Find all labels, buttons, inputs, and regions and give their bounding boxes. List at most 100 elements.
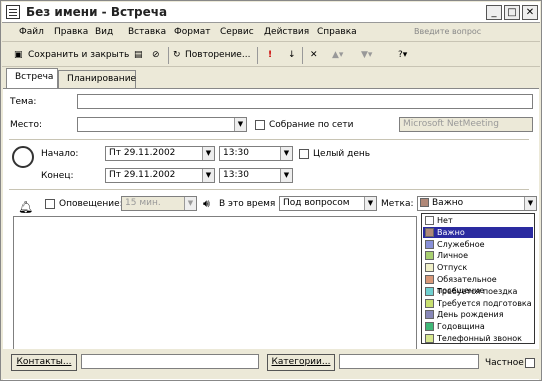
- end-time-value: 13:30: [223, 170, 249, 180]
- location-label: Место:: [10, 120, 43, 130]
- label-option-text: Личное: [437, 251, 468, 261]
- delete-icon[interactable]: ✕: [310, 47, 318, 63]
- label-value: Важно: [432, 198, 464, 208]
- label-option[interactable]: Отпуск: [423, 262, 533, 273]
- divider: [9, 189, 529, 190]
- color-swatch: [425, 216, 434, 225]
- low-importance-icon[interactable]: ↓: [288, 47, 296, 63]
- label-option[interactable]: Телефонный звонок: [423, 333, 533, 344]
- title-bar: Без имени - Встреча _ □ ✕: [2, 2, 540, 23]
- label-option[interactable]: Требуется подготовка: [423, 298, 533, 309]
- label-option-text: Требуется подготовка: [437, 298, 532, 308]
- label-option[interactable]: Личное: [423, 250, 533, 261]
- online-meeting-checkbox[interactable]: [255, 120, 265, 130]
- color-swatch: [425, 251, 434, 261]
- high-importance-icon[interactable]: !: [268, 47, 272, 63]
- chevron-down-icon[interactable]: ▼: [280, 169, 292, 182]
- notes-textarea[interactable]: [13, 216, 417, 351]
- chevron-down-icon[interactable]: ▼: [202, 147, 214, 160]
- color-swatch: [425, 322, 434, 332]
- menu-insert[interactable]: Вставка: [128, 27, 166, 37]
- menu-help[interactable]: Справка: [317, 27, 357, 37]
- end-time-picker[interactable]: 13:30 ▼: [219, 168, 293, 183]
- label-option-text: Важно: [437, 227, 465, 237]
- minimize-button[interactable]: _: [486, 5, 502, 20]
- maximize-button[interactable]: □: [504, 5, 520, 20]
- label-option[interactable]: Нет: [423, 215, 533, 226]
- start-label: Начало:: [41, 149, 79, 159]
- save-icon: ▣: [14, 50, 23, 60]
- print-icon[interactable]: ▤: [134, 47, 143, 63]
- show-as-select[interactable]: Под вопросом ▼: [279, 196, 377, 211]
- categories-input[interactable]: [339, 354, 479, 369]
- next-item-icon[interactable]: ▼▾: [361, 47, 372, 63]
- label-option-text: Отпуск: [437, 263, 468, 273]
- start-date-picker[interactable]: Пт 29.11.2002 ▼: [105, 146, 215, 161]
- menu-actions[interactable]: Действия: [264, 27, 309, 37]
- menu-edit[interactable]: Правка: [54, 27, 88, 37]
- label-option[interactable]: Обязательное посещение: [423, 274, 533, 295]
- bell-icon: 🔔︎: [18, 200, 34, 214]
- netmeeting-select[interactable]: Microsoft NetMeeting: [399, 117, 533, 132]
- label-dropdown-list: Нет Важно Служебное Личное Отпуск Обязательно…: [421, 213, 535, 344]
- label-option[interactable]: Годовщина: [423, 321, 533, 332]
- all-day-checkbox[interactable]: [299, 149, 309, 159]
- subject-input[interactable]: [77, 94, 533, 109]
- contacts-button[interactable]: Контакты...: [11, 354, 77, 371]
- divider: [9, 139, 529, 140]
- toolbar-separator: [302, 47, 303, 64]
- help-question-input[interactable]: Введите вопрос: [414, 27, 514, 36]
- color-swatch: [425, 227, 434, 237]
- menu-format[interactable]: Формат: [174, 27, 211, 37]
- location-combo[interactable]: ▼: [77, 117, 247, 132]
- tab-scheduling[interactable]: Планирование: [58, 70, 136, 88]
- recurrence-button[interactable]: Повторение...: [185, 47, 250, 63]
- close-button[interactable]: ✕: [522, 5, 538, 20]
- private-checkbox[interactable]: [525, 358, 535, 368]
- menu-file[interactable]: Файл: [19, 27, 44, 37]
- label-option[interactable]: Требуется поездка: [423, 286, 533, 297]
- footer-bar: Контакты... Категории... Частное: [3, 349, 539, 379]
- label-option-text: Нет: [437, 216, 453, 225]
- subject-label: Тема:: [10, 97, 37, 107]
- categories-button[interactable]: Категории...: [267, 354, 335, 371]
- attach-icon[interactable]: ⊘: [152, 47, 160, 63]
- reminder-select[interactable]: 15 мин. ▼: [121, 196, 197, 211]
- sound-icon[interactable]: 🔊︎: [203, 197, 210, 211]
- label-option[interactable]: День рождения: [423, 309, 533, 320]
- previous-item-icon[interactable]: ▲▾: [332, 47, 343, 63]
- label-option[interactable]: Важно: [423, 226, 533, 238]
- color-swatch: [425, 298, 434, 308]
- clock-icon: [12, 146, 34, 168]
- toolbar-separator: [257, 47, 258, 64]
- reminder-label: Оповещение:: [59, 199, 123, 209]
- label-option[interactable]: Служебное: [423, 239, 533, 250]
- start-date-value: Пт 29.11.2002: [109, 148, 176, 158]
- chevron-down-icon[interactable]: ▼: [364, 197, 376, 210]
- label-select[interactable]: Важно ▼: [417, 196, 537, 211]
- start-time-value: 13:30: [223, 148, 249, 158]
- end-label: Конец:: [41, 171, 74, 181]
- color-swatch: [425, 263, 434, 273]
- menu-bar: Файл Правка Вид Вставка Формат Сервис Де…: [2, 24, 540, 42]
- reminder-checkbox[interactable]: [45, 199, 55, 209]
- all-day-label: Целый день: [313, 149, 371, 159]
- label-option-text: Годовщина: [437, 322, 485, 332]
- window-title: Без имени - Встреча: [26, 5, 168, 19]
- chevron-down-icon[interactable]: ▼: [202, 169, 214, 182]
- chevron-down-icon[interactable]: ▼: [280, 147, 292, 160]
- contacts-input[interactable]: [81, 354, 259, 369]
- chevron-down-icon[interactable]: ▼: [524, 197, 536, 210]
- tab-appointment[interactable]: Встреча: [6, 68, 58, 89]
- toolbar: ▣ Сохранить и закрыть ▤ ⊘ ↻ Повторение..…: [2, 43, 540, 67]
- save-close-button[interactable]: Сохранить и закрыть: [28, 47, 129, 63]
- show-as-label: В это время: [219, 199, 276, 209]
- chevron-down-icon[interactable]: ▼: [234, 118, 246, 131]
- start-time-picker[interactable]: 13:30 ▼: [219, 146, 293, 161]
- end-date-picker[interactable]: Пт 29.11.2002 ▼: [105, 168, 215, 183]
- help-icon[interactable]: ?▾: [398, 47, 407, 63]
- menu-view[interactable]: Вид: [95, 27, 113, 37]
- menu-tools[interactable]: Сервис: [220, 27, 254, 37]
- chevron-down-icon[interactable]: ▼: [184, 197, 196, 210]
- recurrence-icon: ↻: [173, 50, 181, 60]
